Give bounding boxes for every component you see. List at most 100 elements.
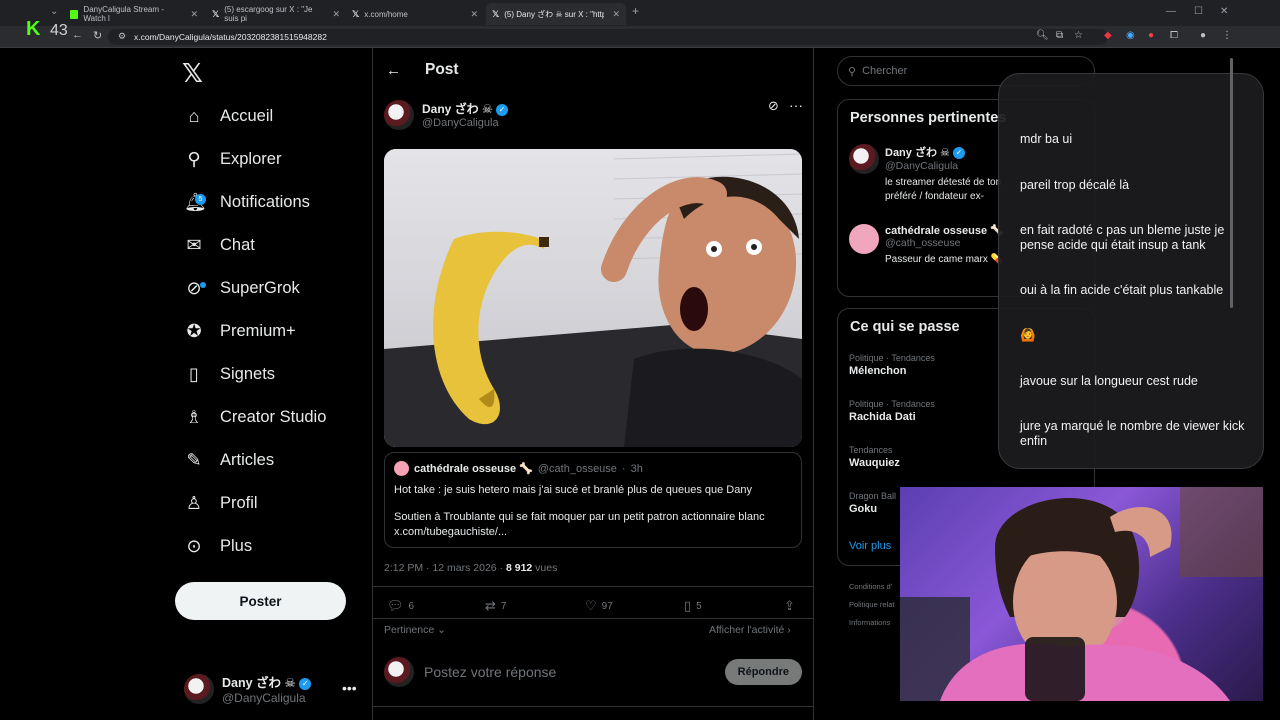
post-author[interactable]: Dany ざわ ☠ ✓ @DanyCaligula xyxy=(384,100,509,130)
url-field[interactable]: x.com/DanyCaligula/status/20320823815159… xyxy=(108,29,1108,45)
nav-item-notifications[interactable]: 🔔︎5 Notifications xyxy=(184,187,310,217)
back-arrow-icon[interactable]: ← xyxy=(72,29,83,41)
minimize-button[interactable]: — xyxy=(1166,6,1176,17)
relevant-person[interactable]: cathédrale osseuse 🦴 @cath_osseuse Passe… xyxy=(849,224,1015,267)
view-activity-link[interactable]: Afficher l'activité › xyxy=(709,624,791,636)
close-icon[interactable]: ✕ xyxy=(612,9,620,20)
stream-logo: K xyxy=(26,18,40,40)
reply-button[interactable]: Répondre xyxy=(724,659,802,685)
reply-input[interactable]: Postez votre réponse xyxy=(424,664,715,680)
nav-item-articles[interactable]: ✎ Articles xyxy=(184,445,274,475)
reload-icon[interactable]: ↻ xyxy=(93,29,102,42)
chat-message: mdr ba ui xyxy=(1020,132,1073,146)
trend-item[interactable]: Politique · Tendances Mélenchon xyxy=(849,353,935,377)
install-icon[interactable]: ⧉ xyxy=(1056,30,1063,41)
tab-search-icon[interactable]: ⌄ xyxy=(50,6,58,17)
extension-record-icon[interactable]: ● xyxy=(1148,30,1154,41)
close-icon[interactable]: ✕ xyxy=(190,9,198,20)
bookmark-star-icon[interactable]: ☆ xyxy=(1074,30,1083,41)
trend-name: Rachida Dati xyxy=(849,411,916,423)
chat-message: en fait radoté c pas un bleme juste je p… xyxy=(1020,223,1225,252)
chrome-menu-icon[interactable]: ⋮ xyxy=(1222,30,1232,41)
extensions-icon[interactable]: ⧠ xyxy=(1170,30,1178,41)
nav-item-creator-studio[interactable]: ♗ Creator Studio xyxy=(184,402,326,432)
status-dot xyxy=(200,281,206,288)
account-more-icon[interactable]: ••• xyxy=(342,680,357,696)
avatar[interactable] xyxy=(384,100,414,130)
share-action[interactable]: ⇪ xyxy=(784,598,795,614)
grok-explain-icon[interactable]: ⊘ xyxy=(768,98,779,114)
chat-message: jure ya marqué le nombre de viewer kick … xyxy=(1020,419,1245,448)
avatar xyxy=(394,461,409,476)
divider xyxy=(372,586,814,587)
verified-icon: ✓ xyxy=(496,103,509,116)
quote-author-name: cathédrale osseuse 🦴 xyxy=(414,463,533,475)
trend-item[interactable]: Politique · Tendances Rachida Dati xyxy=(849,399,935,423)
back-arrow-icon[interactable]: ← xyxy=(386,62,401,79)
close-icon[interactable]: ✕ xyxy=(470,9,478,20)
nav-label: Chat xyxy=(220,235,255,254)
nav-item-profile[interactable]: ♙ Profil xyxy=(184,488,258,518)
author-handle: @DanyCaligula xyxy=(422,117,499,129)
maximize-button[interactable]: ☐ xyxy=(1194,6,1203,17)
trend-item[interactable]: Tendances Wauquiez xyxy=(849,445,900,469)
divider xyxy=(372,618,814,619)
search-placeholder: Chercher xyxy=(862,65,908,77)
extension-audio-icon[interactable]: ◉ xyxy=(1126,30,1135,41)
like-action[interactable]: ♡ 97 xyxy=(585,598,613,614)
reply-action[interactable]: 💬︎ 6 xyxy=(387,598,414,614)
trend-category: Dragon Ball xyxy=(849,491,897,501)
nav-item-premium[interactable]: ✪ Premium+ xyxy=(184,316,295,346)
relevant-person[interactable]: Dany ざわ ☠ ✓ @DanyCaligula le streamer dé… xyxy=(849,144,1015,204)
tab-x-home[interactable]: 𝕏 x.com/home ✕ xyxy=(346,3,484,25)
account-switcher[interactable]: Dany ざわ ☠ ✓ @DanyCaligula xyxy=(184,672,312,705)
footer-link[interactable]: Politique relat xyxy=(849,600,894,609)
trend-item[interactable]: Dragon Ball Goku xyxy=(849,491,896,515)
site-info-icon[interactable]: ⚙ xyxy=(118,31,126,42)
chevron-down-icon: ⌄ xyxy=(437,624,446,636)
kick-icon xyxy=(70,9,79,19)
nav-item-home[interactable]: ⌂ Accueil xyxy=(184,101,274,131)
nav-item-more[interactable]: ⊙ Plus xyxy=(184,531,252,561)
chat-message: oui à la fin acide c'était plus tankable xyxy=(1020,283,1224,297)
quoted-post[interactable]: cathédrale osseuse 🦴 @cath_osseuse · 3h … xyxy=(384,452,802,548)
person-bio: le streamer détesté de ton préféré / fon… xyxy=(885,177,1002,202)
footer-link[interactable]: Conditions d' xyxy=(849,582,892,591)
x-logo-icon[interactable]: 𝕏 xyxy=(182,58,203,89)
zoom-icon[interactable]: 🔍︎ xyxy=(1036,30,1049,41)
tab-x-post[interactable]: 𝕏 (5) escargoog sur X : "Je suis pi ✕ xyxy=(206,3,346,25)
page-scrollbar[interactable] xyxy=(1230,58,1233,308)
nav-item-chat[interactable]: ✉ Chat xyxy=(184,230,255,260)
profile-icon[interactable]: ● xyxy=(1200,30,1206,41)
nav-item-supergrok[interactable]: ⊘ SuperGrok xyxy=(184,273,299,303)
view-count: 8 912 xyxy=(505,562,533,574)
footer-link[interactable]: Informations xyxy=(849,618,890,627)
reply-sort-dropdown[interactable]: Pertinence ⌄ xyxy=(384,624,446,636)
tab-kick-stream[interactable]: DanyCaligula Stream - Watch l ✕ xyxy=(64,3,204,25)
extension-pdf-icon[interactable]: ◆ xyxy=(1104,30,1112,41)
new-tab-button[interactable]: + xyxy=(632,4,639,18)
like-count: 97 xyxy=(601,600,613,612)
nav-item-explore[interactable]: ⚲ Explorer xyxy=(184,144,281,174)
avatar xyxy=(849,224,879,254)
heart-icon: ♡ xyxy=(585,598,597,613)
nav-item-bookmarks[interactable]: ▯ Signets xyxy=(184,359,275,389)
tab-title: (5) escargoog sur X : "Je suis pi xyxy=(224,5,313,23)
tab-x-dany[interactable]: 𝕏 (5) Dany ざわ ☠ sur X : "https:/ ✕ xyxy=(486,3,626,25)
repost-count: 7 xyxy=(500,600,507,612)
post-more-icon[interactable]: ··· xyxy=(789,97,803,113)
bookmark-action[interactable]: ▯ 5 xyxy=(684,598,702,614)
bell-icon: 🔔︎5 xyxy=(184,192,207,213)
repost-action[interactable]: ⇄ 7 xyxy=(485,598,506,614)
post-media[interactable] xyxy=(384,149,802,447)
show-more-link[interactable]: Voir plus xyxy=(849,540,891,552)
person-name: Dany ざわ ☠ xyxy=(885,147,950,159)
person-handle: @cath_osseuse xyxy=(885,237,961,249)
post-button[interactable]: Poster xyxy=(175,582,346,620)
quote-link[interactable]: x.com/tubegauchiste/... xyxy=(394,525,792,540)
close-window-button[interactable]: ✕ xyxy=(1220,6,1228,17)
close-icon[interactable]: ✕ xyxy=(332,9,340,20)
viewer-count: 43 xyxy=(50,22,68,39)
quote-time: 3h xyxy=(630,462,643,475)
x-icon: 𝕏 xyxy=(212,8,220,19)
